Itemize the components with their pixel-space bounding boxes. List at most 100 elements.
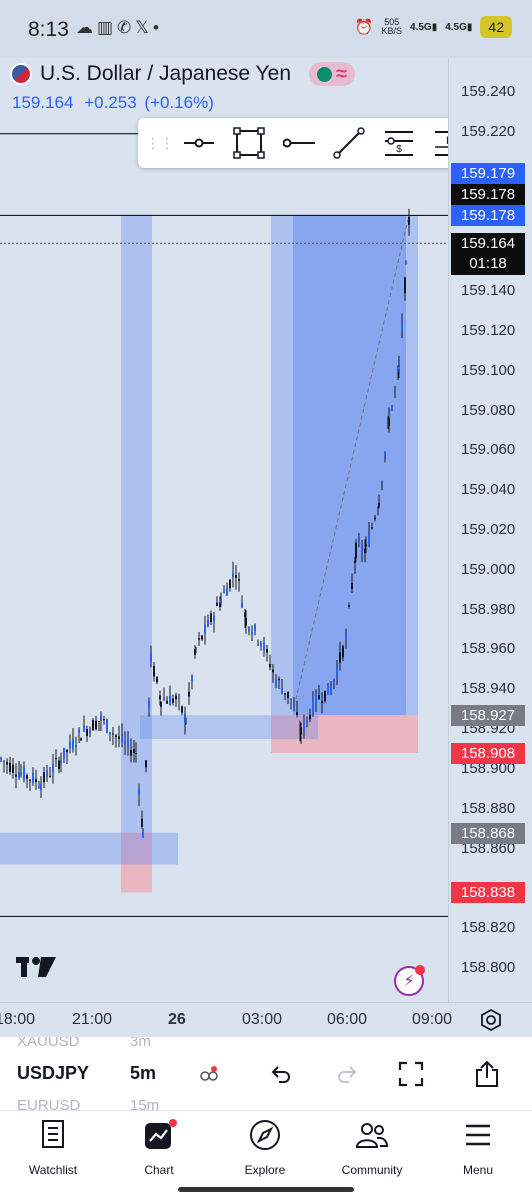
compass-icon (215, 1117, 315, 1153)
chart-pane[interactable] (0, 58, 448, 1002)
undo-icon[interactable] (264, 1057, 298, 1091)
bolt-icon[interactable]: ⚡ (394, 965, 425, 996)
ray-icon[interactable] (274, 118, 324, 168)
candle-body (201, 635, 203, 640)
price-tick-label: 158.960 (461, 640, 516, 658)
chart-settings-icon[interactable] (478, 1007, 504, 1033)
candle-body (358, 542, 360, 545)
candle-body (35, 778, 37, 782)
candle-body (103, 719, 105, 721)
candle-body (296, 712, 298, 715)
nav-explore[interactable]: Explore (215, 1117, 315, 1177)
symbol-next[interactable]: EURUSD (17, 1097, 80, 1110)
candle-body (160, 701, 162, 707)
candle-body (278, 678, 280, 681)
nav-menu[interactable]: Menu (428, 1117, 528, 1177)
candle-body (92, 720, 94, 731)
candle-body (106, 719, 108, 733)
chart-canvas[interactable] (0, 58, 448, 1002)
candle-body (23, 766, 25, 780)
long-position-zone (121, 215, 152, 833)
candle-body (75, 745, 77, 748)
candle-body (355, 542, 357, 558)
candle-body (142, 832, 144, 838)
time-label: 18:00 (0, 1011, 36, 1028)
share-icon[interactable] (470, 1057, 504, 1091)
market-open-icon (317, 66, 332, 82)
price-tag: 158.908 (451, 743, 525, 765)
fullscreen-icon[interactable] (394, 1057, 428, 1091)
candle-body (345, 635, 347, 640)
chart-notification-dot (169, 1119, 177, 1127)
candle-body (287, 691, 289, 699)
candle-body (210, 613, 212, 623)
candle-body (266, 649, 268, 653)
status-bar: 8:13 ☁▥✆𝕏• ⏰ 505 KB/S 4.5G▮ 4.5G▮ 42 (0, 0, 532, 58)
alarm-icon: ⏰ (354, 19, 374, 36)
candle-body (159, 695, 161, 700)
drag-handle-icon[interactable]: ⋮⋮ (146, 136, 174, 150)
horizontal-ray-icon[interactable] (174, 118, 224, 168)
price-tag-value: 159.179 (460, 165, 516, 183)
nav-community[interactable]: Community (322, 1117, 422, 1177)
symbol-select[interactable]: USDJPY (17, 1063, 89, 1084)
candle-body (69, 741, 71, 749)
nav-chart[interactable]: Chart (109, 1117, 209, 1177)
interval-prev[interactable]: 3m (130, 1037, 151, 1050)
candle-body (281, 688, 283, 694)
candle-body (9, 762, 11, 773)
price-tick-label: 159.240 (461, 82, 516, 100)
candle-body (86, 729, 88, 737)
drawing-toolbar: ⋮⋮ $ L (138, 118, 480, 168)
nav-watchlist[interactable]: Watchlist (3, 1117, 103, 1177)
candle-body (100, 715, 102, 720)
symbol-header[interactable]: U.S. Dollar / Japanese Yen ≈ (10, 62, 355, 86)
candle-body (368, 533, 370, 546)
candle-body (284, 692, 286, 695)
candle-body (195, 648, 197, 650)
candle-body (330, 688, 332, 694)
time-axis[interactable]: 18:00 21:00 26 03:00 06:00 09:00 (0, 1002, 532, 1036)
candle-body (80, 738, 82, 741)
tradingview-logo (14, 955, 58, 984)
candle-body (49, 775, 51, 777)
price-tag-value: 158.838 (460, 884, 516, 902)
candle-body (384, 452, 386, 456)
nav-label: Watchlist (28, 1163, 78, 1177)
candle-body (141, 818, 143, 827)
symbol-title[interactable]: U.S. Dollar / Japanese Yen (40, 62, 291, 86)
candle-body (178, 698, 180, 700)
trend-line-icon[interactable] (324, 118, 374, 168)
symbol-prev[interactable]: XAUUSD (17, 1037, 80, 1050)
candle-body (127, 738, 129, 746)
interval-select[interactable]: 5m (130, 1063, 156, 1084)
candle-body (29, 779, 31, 781)
candle-body (394, 388, 396, 390)
candle-body (374, 517, 376, 520)
candle-body (40, 784, 42, 791)
candle-body (188, 691, 190, 697)
status-time: 8:13 (28, 18, 69, 41)
rectangle-icon[interactable] (224, 118, 274, 168)
candle-body (204, 624, 206, 634)
price-tick-label: 159.060 (461, 441, 516, 459)
price-tag-value: 158.927 (460, 707, 516, 725)
interval-next[interactable]: 15m (130, 1097, 159, 1110)
redo-icon[interactable] (330, 1057, 364, 1091)
market-status-pill[interactable]: ≈ (309, 62, 355, 86)
position-icon[interactable]: $ (374, 118, 424, 168)
price-tick-label: 158.800 (461, 959, 516, 977)
candle-body (98, 720, 100, 722)
price-change: +0.253 (84, 93, 137, 112)
candle-body (405, 263, 407, 265)
candle-body (18, 772, 20, 778)
indicators-icon[interactable] (192, 1057, 226, 1091)
notification-icons: ☁▥✆𝕏• (76, 18, 163, 37)
candle-body (46, 770, 48, 777)
candle-body (248, 627, 250, 632)
candle-body (404, 277, 406, 294)
candle-body (260, 642, 262, 646)
candle-body (148, 700, 150, 708)
candle-body (333, 679, 335, 684)
price-axis[interactable]: 159.240 159.220 159.140 159.120 159.100 159.0… (448, 58, 532, 1002)
